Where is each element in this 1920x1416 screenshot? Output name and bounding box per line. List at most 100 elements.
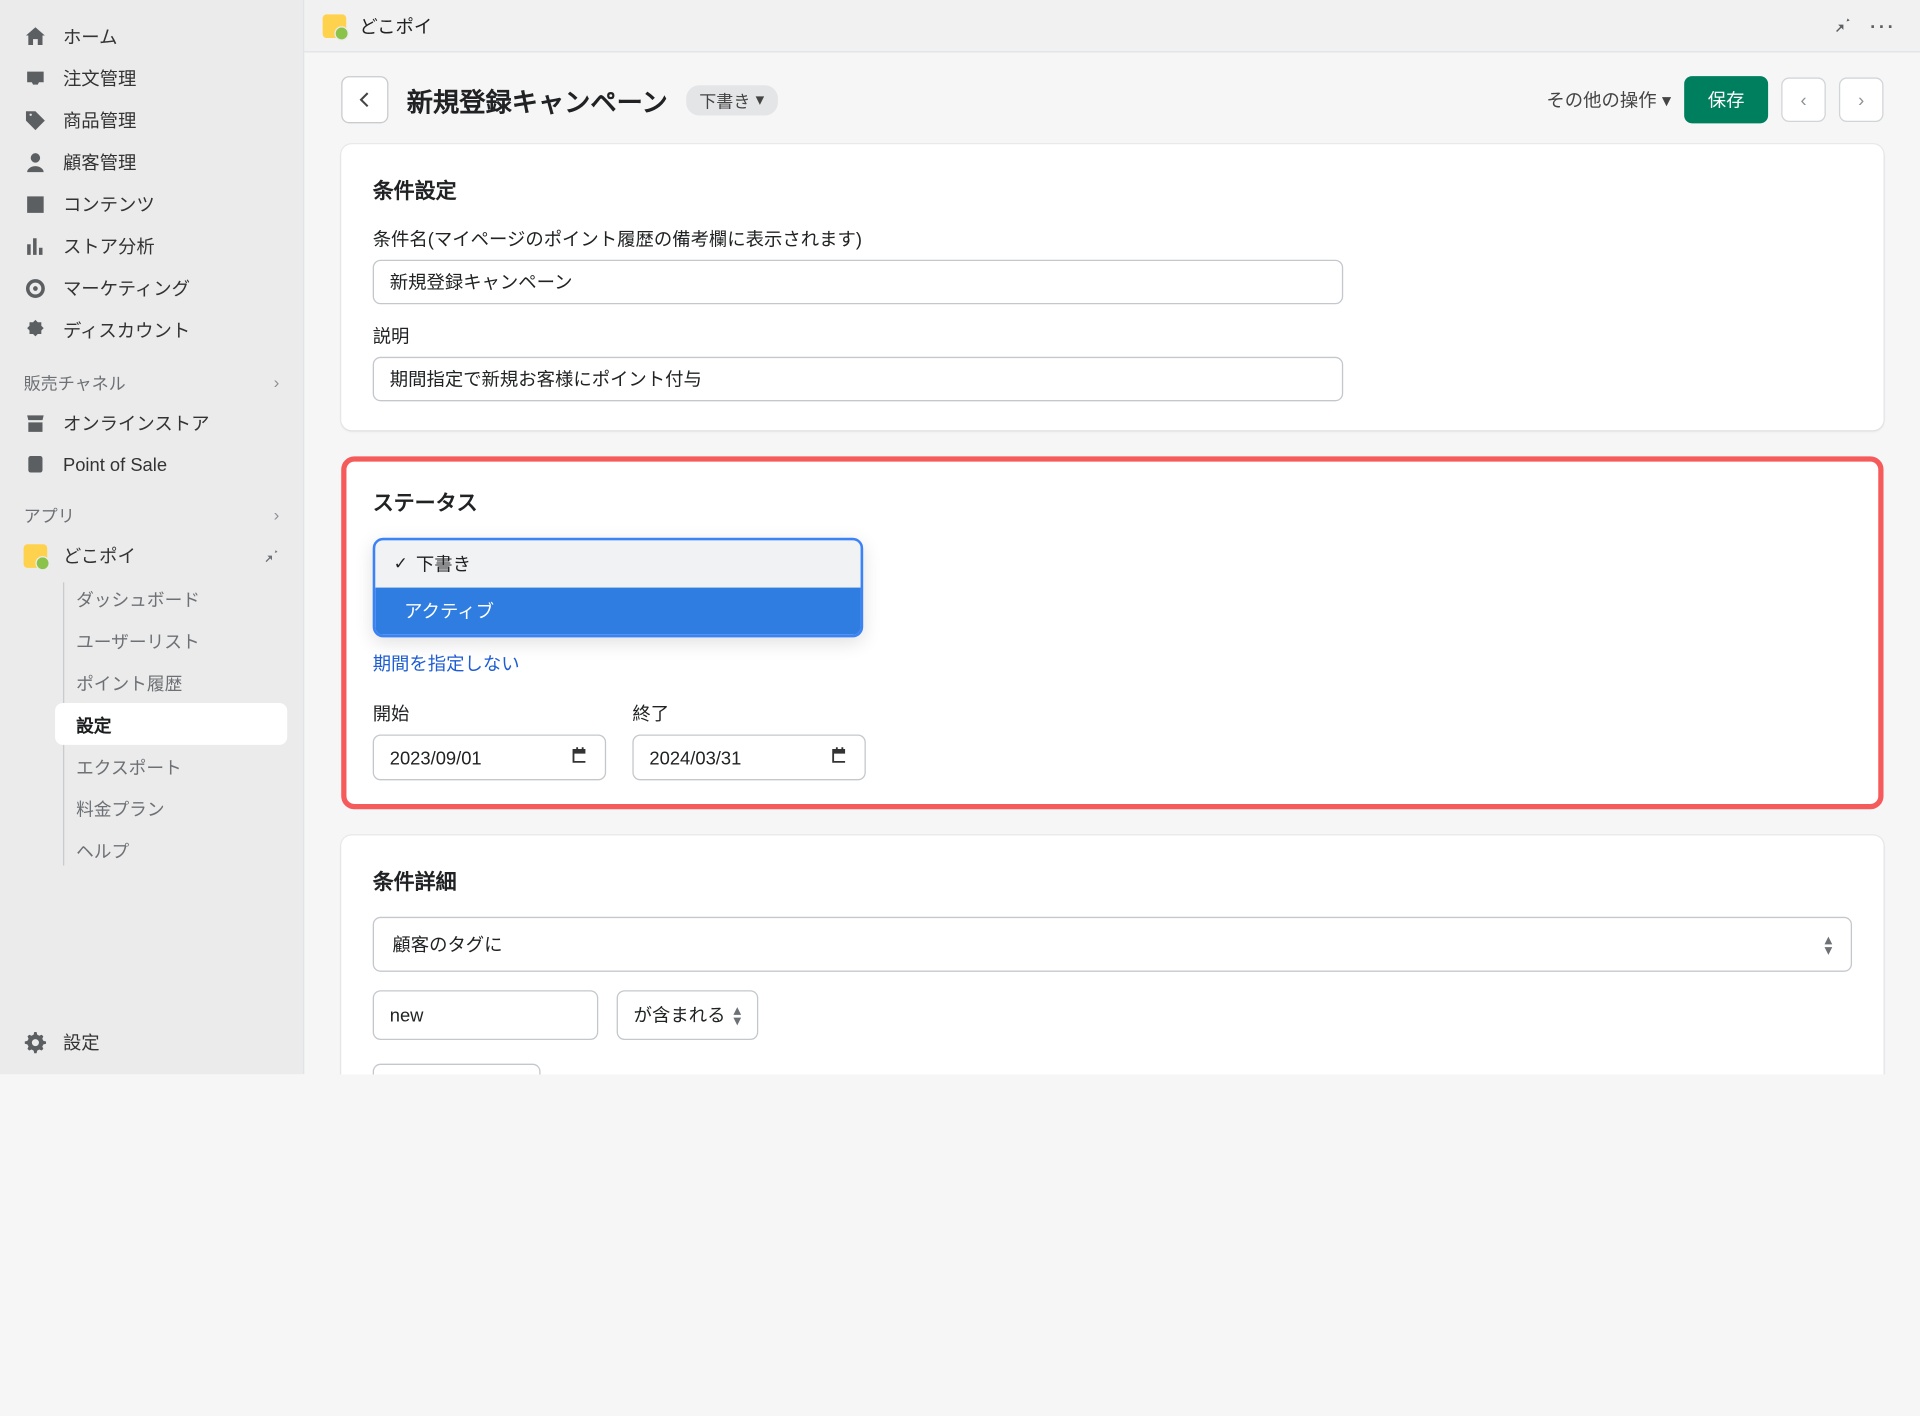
- subnav-settings[interactable]: 設定: [55, 703, 287, 745]
- subnav-label: 設定: [76, 716, 111, 736]
- subnav-userlist[interactable]: ユーザーリスト: [55, 619, 303, 661]
- channel-online-store[interactable]: オンラインストア: [0, 403, 303, 445]
- subnav-label: ダッシュボード: [76, 590, 200, 610]
- card-heading: ステータス: [372, 485, 1851, 516]
- prev-button[interactable]: ‹: [1781, 77, 1826, 122]
- page-header: 新規登録キャンペーン 下書き ▾ その他の操作 ▾ 保存 ‹ ›: [341, 76, 1883, 123]
- nav-label: コンテンツ: [63, 191, 155, 217]
- person-icon: [24, 151, 48, 175]
- check-icon: ✓: [393, 553, 407, 574]
- condition-desc-input[interactable]: [372, 357, 1342, 402]
- subnav-label: エクスポート: [76, 758, 182, 778]
- save-button[interactable]: 保存: [1684, 76, 1768, 123]
- end-date-input[interactable]: 2024/03/31: [632, 734, 865, 780]
- nav-label: 注文管理: [63, 66, 136, 92]
- condition-desc-label: 説明: [372, 323, 1851, 349]
- status-option-draft[interactable]: ✓ 下書き: [375, 540, 860, 587]
- subnav-label: ヘルプ: [76, 842, 129, 862]
- option-label: アクティブ: [404, 598, 494, 624]
- topbar: どこポイ ···: [304, 0, 1920, 52]
- card-status: ステータス ✓ 下書き アクティブ 期間を指定しない: [341, 456, 1883, 809]
- channel-label: オンラインストア: [63, 410, 210, 436]
- start-date-value: 2023/09/01: [390, 747, 482, 768]
- subnav-export[interactable]: エクスポート: [55, 745, 303, 787]
- app-icon: [24, 544, 48, 568]
- badge-text: 下書き: [699, 87, 750, 112]
- subnav-label: ポイント履歴: [76, 674, 182, 694]
- more-actions-label: その他の操作: [1546, 87, 1656, 113]
- nav-analytics[interactable]: ストア分析: [0, 226, 303, 268]
- contains-select[interactable]: が含まれる ▴▾: [616, 990, 758, 1040]
- nav-customers[interactable]: 顧客管理: [0, 142, 303, 184]
- start-label: 開始: [372, 700, 605, 726]
- sidebar-footer-settings[interactable]: 設定: [0, 1011, 303, 1074]
- next-button[interactable]: ›: [1839, 77, 1884, 122]
- criteria-select[interactable]: 顧客のタグに ▴▾: [372, 917, 1851, 972]
- app-subnav: ダッシュボード ユーザーリスト ポイント履歴 設定 エクスポート 料金プラン ヘ…: [21, 577, 303, 871]
- gear-icon: [24, 1031, 48, 1055]
- back-button[interactable]: [341, 76, 388, 123]
- more-icon[interactable]: ···: [1870, 15, 1896, 36]
- contains-value: が含まれる: [633, 1002, 725, 1028]
- sidebar: ホーム 注文管理 商品管理 顧客管理 コンテンツ ストア分析: [0, 0, 304, 1074]
- updown-icon: ▴▾: [1824, 934, 1832, 955]
- end-label: 終了: [632, 700, 865, 726]
- status-option-active[interactable]: アクティブ: [375, 588, 860, 635]
- sidebar-app-dokopoi[interactable]: どこポイ: [0, 535, 303, 577]
- end-date-value: 2024/03/31: [649, 747, 741, 768]
- channel-label: Point of Sale: [63, 454, 167, 475]
- channel-pos[interactable]: Point of Sale: [0, 445, 303, 484]
- image-icon: [24, 193, 48, 217]
- more-actions-dropdown[interactable]: その他の操作 ▾: [1546, 87, 1671, 113]
- card-heading: 条件設定: [372, 173, 1851, 204]
- nav-label: ディスカウント: [63, 317, 190, 343]
- caret-down-icon: ▾: [755, 89, 764, 110]
- footer-label: 設定: [63, 1030, 100, 1056]
- tag-input[interactable]: [372, 990, 598, 1040]
- start-date-input[interactable]: 2023/09/01: [372, 734, 605, 780]
- discount-icon: [24, 319, 48, 343]
- sidebar-apps-header[interactable]: アプリ ›: [0, 484, 303, 535]
- subnav-help[interactable]: ヘルプ: [55, 829, 303, 871]
- nav-products[interactable]: 商品管理: [0, 100, 303, 142]
- nav-marketing[interactable]: マーケティング: [0, 268, 303, 310]
- subnav-label: 料金プラン: [76, 800, 165, 820]
- nav-label: ホーム: [63, 24, 118, 50]
- content-area: 新規登録キャンペーン 下書き ▾ その他の操作 ▾ 保存 ‹ ›: [304, 52, 1920, 1074]
- nav-home[interactable]: ホーム: [0, 16, 303, 58]
- subnav-label: ユーザーリスト: [76, 632, 200, 652]
- nav-content[interactable]: コンテンツ: [0, 184, 303, 226]
- chevron-right-icon: ›: [274, 372, 280, 392]
- card-conditions: 条件設定 条件名(マイページのポイント履歴の備考欄に表示されます) 説明: [341, 144, 1883, 430]
- pos-icon: [24, 452, 48, 476]
- page-title: 新規登録キャンペーン: [407, 81, 668, 119]
- inbox-icon: [24, 67, 48, 91]
- pin-icon[interactable]: [261, 545, 279, 567]
- subnav-point-history[interactable]: ポイント履歴: [55, 661, 303, 703]
- nav-main: ホーム 注文管理 商品管理 顧客管理 コンテンツ ストア分析: [0, 0, 303, 351]
- option-label: 下書き: [416, 551, 471, 577]
- status-dropdown[interactable]: ✓ 下書き アクティブ: [372, 538, 862, 638]
- nav-label: ストア分析: [63, 233, 155, 259]
- no-period-link[interactable]: 期間を指定しない: [372, 653, 519, 674]
- condition-name-input[interactable]: [372, 260, 1342, 305]
- nav-discounts[interactable]: ディスカウント: [0, 310, 303, 352]
- chevron-right-icon: ›: [274, 505, 280, 525]
- arrow-left-icon: [354, 89, 375, 110]
- subnav-plan[interactable]: 料金プラン: [55, 787, 303, 829]
- status-badge[interactable]: 下書き ▾: [686, 85, 777, 115]
- store-icon: [24, 412, 48, 436]
- condition-name-label: 条件名(マイページのポイント履歴の備考欄に表示されます): [372, 226, 1851, 252]
- main: どこポイ ··· 新規登録キャンペーン 下書き ▾: [304, 0, 1920, 1074]
- pin-icon[interactable]: [1831, 13, 1852, 38]
- nav-orders[interactable]: 注文管理: [0, 58, 303, 100]
- subnav-dashboard[interactable]: ダッシュボード: [55, 577, 303, 619]
- tag-icon: [24, 109, 48, 133]
- caret-down-icon: ▾: [1662, 89, 1671, 111]
- card-heading: 条件詳細: [372, 864, 1851, 895]
- calendar-icon: [830, 746, 848, 768]
- add-condition-button[interactable]: 条件を追加する: [372, 1064, 540, 1074]
- calendar-icon: [570, 746, 588, 768]
- sidebar-channels-header[interactable]: 販売チャネル ›: [0, 351, 303, 402]
- app-icon: [323, 14, 347, 38]
